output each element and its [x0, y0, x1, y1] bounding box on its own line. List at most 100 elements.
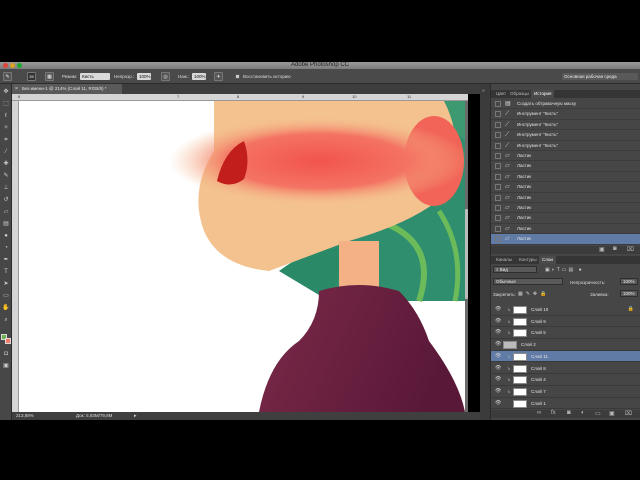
- history-brush-tool-icon[interactable]: ↺: [2, 196, 10, 204]
- tab-swatches[interactable]: Образцы: [507, 90, 532, 98]
- history-state-marker[interactable]: [495, 101, 501, 107]
- history-state-marker[interactable]: [495, 111, 501, 118]
- healing-tool-icon[interactable]: ✚: [2, 160, 10, 168]
- layer-row[interactable]: 👁 ↳ Слой 9: [491, 316, 640, 328]
- layer-thumbnail[interactable]: [503, 341, 517, 350]
- layer-row[interactable]: 👁 ↳ Слой 7: [491, 386, 640, 398]
- zoom-window-button[interactable]: [17, 63, 22, 68]
- tab-paths[interactable]: Контуры: [516, 256, 540, 264]
- layer-thumbnail[interactable]: [513, 352, 527, 361]
- status-menu-arrow-icon[interactable]: ▸: [134, 412, 137, 420]
- layer-thumbnail[interactable]: [513, 399, 527, 408]
- history-state-marker[interactable]: [495, 236, 501, 243]
- visibility-eye-icon[interactable]: 👁: [495, 304, 501, 315]
- visibility-eye-icon[interactable]: 👁: [495, 316, 501, 327]
- history-item[interactable]: ⟋ Инструмент "Кисть": [491, 120, 640, 131]
- layer-name[interactable]: Слой 8: [531, 363, 546, 374]
- layer-thumbnail[interactable]: [513, 317, 527, 326]
- new-group-icon[interactable]: ▭: [595, 410, 601, 417]
- history-item[interactable]: ▱ Ластик: [491, 151, 640, 162]
- history-state-marker[interactable]: [495, 142, 501, 149]
- opacity-field[interactable]: 100%: [137, 73, 151, 80]
- brush-panel-toggle-icon[interactable]: ▦: [45, 72, 54, 81]
- history-state-marker[interactable]: [495, 184, 501, 191]
- snapshot-icon[interactable]: ◙: [613, 246, 617, 252]
- layer-name[interactable]: Слой 2: [521, 339, 536, 350]
- visibility-eye-icon[interactable]: 👁: [495, 327, 501, 338]
- layer-name[interactable]: Слой 9: [531, 316, 546, 327]
- history-item[interactable]: ⟋ Инструмент "Кисть": [491, 141, 640, 151]
- close-window-button[interactable]: [3, 63, 8, 68]
- shape-tool-icon[interactable]: ▭: [2, 292, 10, 300]
- airbrush-icon[interactable]: ✈: [214, 72, 223, 81]
- history-item[interactable]: ▱ Ластик: [491, 193, 640, 203]
- layer-style-icon[interactable]: fx: [551, 410, 556, 416]
- eyedropper-tool-icon[interactable]: ⁄: [2, 148, 10, 156]
- expand-panels-icon[interactable]: »: [482, 88, 485, 94]
- filter-icons[interactable]: ▣◐T▭▤ ●: [545, 267, 584, 273]
- minimize-window-button[interactable]: [10, 63, 15, 68]
- type-tool-icon[interactable]: T: [2, 268, 10, 276]
- layer-thumbnail[interactable]: [513, 329, 527, 338]
- visibility-eye-icon[interactable]: 👁: [495, 386, 501, 397]
- screen-mode-icon[interactable]: ▣: [2, 362, 10, 370]
- quick-select-tool-icon[interactable]: ✧: [2, 124, 10, 132]
- history-item[interactable]: ⟋ Инструмент "Кисть": [491, 109, 640, 120]
- history-item[interactable]: ▱ Ластик: [491, 182, 640, 193]
- add-mask-icon[interactable]: ◙: [567, 410, 571, 416]
- pressure-opacity-icon[interactable]: ◎: [161, 72, 170, 81]
- restore-history-checkbox[interactable]: [235, 74, 240, 79]
- zoom-tool-icon[interactable]: ⌕: [2, 316, 10, 324]
- stamp-tool-icon[interactable]: ⊥: [2, 184, 10, 192]
- layer-group-row[interactable]: 👁 Слой 2: [491, 339, 640, 351]
- adjustment-layer-icon[interactable]: ◐: [581, 410, 585, 416]
- layer-name[interactable]: Слой 1: [531, 398, 546, 409]
- history-state-marker[interactable]: [495, 225, 501, 232]
- layer-thumbnail[interactable]: [513, 306, 527, 314]
- layer-name[interactable]: Слой 4: [531, 374, 546, 385]
- layer-name[interactable]: Слой 10: [531, 304, 548, 315]
- mode-select[interactable]: Кисть: [80, 73, 110, 80]
- lock-icons[interactable]: ▦✎✥🔒: [518, 291, 549, 297]
- quick-mask-icon[interactable]: ◘: [2, 350, 10, 358]
- history-item[interactable]: ▱ Ластик: [491, 161, 640, 172]
- trash-icon[interactable]: ⌧: [627, 246, 634, 253]
- visibility-eye-icon[interactable]: 👁: [495, 339, 501, 350]
- scroll-thumb[interactable]: [465, 209, 468, 299]
- path-select-tool-icon[interactable]: ➤: [2, 280, 10, 288]
- crop-tool-icon[interactable]: ⌗: [2, 136, 10, 144]
- history-state-marker[interactable]: [495, 173, 501, 180]
- workspace-select[interactable]: Основная рабочая среда: [562, 73, 638, 80]
- marquee-tool-icon[interactable]: ⬚: [2, 100, 10, 108]
- history-item[interactable]: ▱ Ластик: [491, 234, 640, 245]
- layer-row[interactable]: 👁 ↳ Слой 8: [491, 363, 640, 375]
- layer-row[interactable]: 👁 ↳ Слой 4: [491, 374, 640, 386]
- document-tab[interactable]: × Без имени-1 @ 214% (Слой 11, RGB/8) *: [12, 84, 122, 94]
- hand-tool-icon[interactable]: ✋: [2, 304, 10, 312]
- tab-layers[interactable]: Слои: [539, 256, 556, 264]
- history-state-marker[interactable]: [495, 163, 501, 170]
- history-state-marker[interactable]: [495, 132, 501, 139]
- link-layers-icon[interactable]: ∞: [537, 410, 541, 416]
- layer-row[interactable]: 👁 ↳ Слой 11: [491, 350, 640, 363]
- history-state-marker[interactable]: [495, 205, 501, 211]
- blend-mode-select[interactable]: Обычные: [493, 278, 563, 285]
- brush-size-picker[interactable]: 35: [27, 72, 36, 81]
- brush-tool-icon[interactable]: ✎: [2, 172, 10, 180]
- fill-field[interactable]: 100%: [620, 290, 638, 297]
- layer-thumbnail[interactable]: [513, 364, 527, 373]
- layer-name[interactable]: Слой 7: [531, 386, 546, 397]
- history-state-marker[interactable]: [495, 121, 501, 128]
- history-state-marker[interactable]: [495, 215, 501, 222]
- new-layer-icon[interactable]: ▣: [609, 410, 615, 417]
- visibility-eye-icon[interactable]: 👁: [495, 398, 501, 409]
- flow-field[interactable]: 100%: [192, 73, 206, 80]
- layer-name[interactable]: Слой 5: [531, 327, 546, 338]
- layer-opacity-field[interactable]: 100%: [620, 278, 638, 285]
- layer-row[interactable]: 👁 Слой 1: [491, 398, 640, 410]
- tab-history[interactable]: История: [531, 90, 555, 98]
- layer-row[interactable]: 👁 ↳ Слой 5: [491, 327, 640, 340]
- document-canvas[interactable]: [19, 101, 465, 412]
- move-tool-icon[interactable]: ✥: [2, 88, 10, 96]
- visibility-eye-icon[interactable]: 👁: [495, 374, 501, 385]
